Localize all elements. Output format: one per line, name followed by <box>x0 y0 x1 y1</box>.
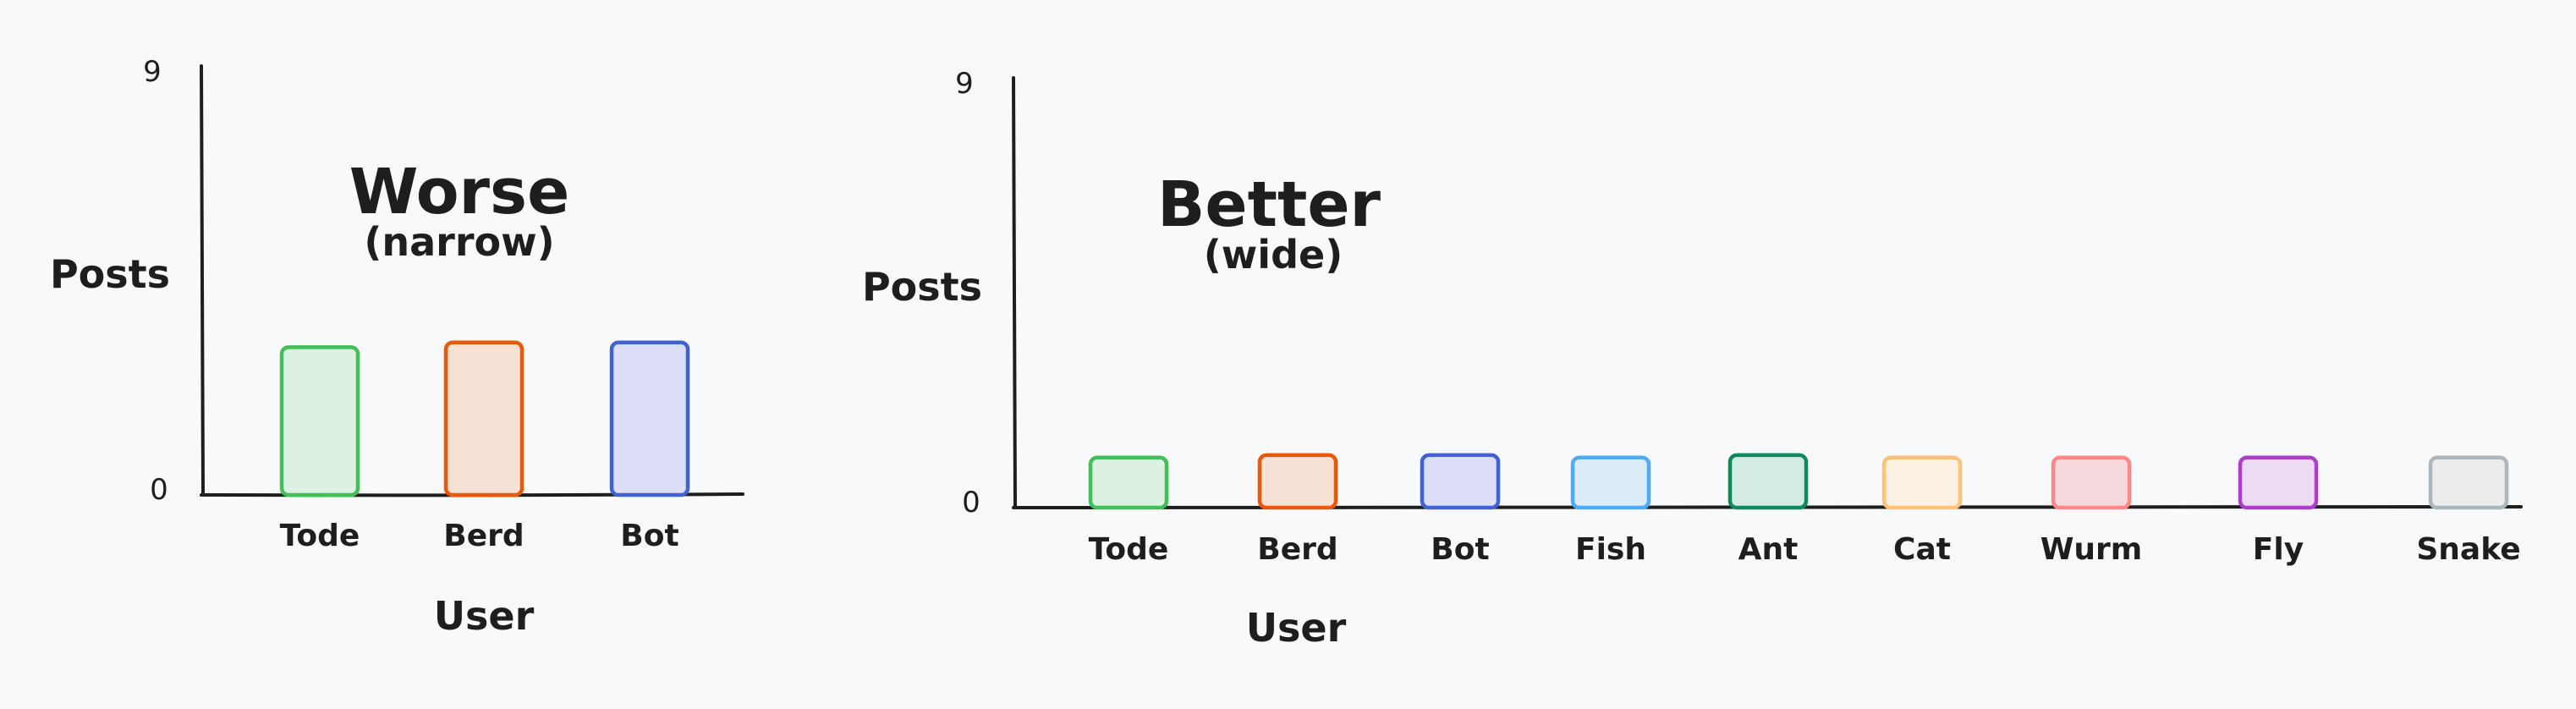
chart-title: Worse <box>349 156 570 228</box>
x-tick-label: Fish <box>1575 532 1646 567</box>
y-axis-line <box>1012 76 1017 509</box>
bars-group <box>1088 453 2509 510</box>
y-tick-label: 9 <box>955 67 974 101</box>
x-tick-labels: Tode Berd Bot <box>280 519 679 553</box>
x-tick-label: Bot <box>1431 532 1489 567</box>
bar-wurm <box>2051 455 2132 510</box>
bar-cat <box>1881 455 1963 510</box>
x-tick-label: Ant <box>1738 532 1799 567</box>
bar-tode <box>1088 455 1169 510</box>
x-tick-label: Snake <box>2416 532 2520 567</box>
better-chart: Better (wide) Posts User 9 0 Tode Berd Bot… <box>862 67 2523 651</box>
chart-subtitle: (narrow) <box>364 219 554 265</box>
bar-berd <box>443 340 525 497</box>
x-tick-label: Wurm <box>2040 532 2143 567</box>
y-tick-label: 0 <box>150 473 168 507</box>
x-axis-title: User <box>434 593 535 639</box>
worse-chart: Worse (narrow) Posts User 9 0 Tode Berd Bo… <box>50 55 744 639</box>
chart-subtitle: (wide) <box>1204 232 1343 278</box>
y-axis-line <box>200 64 205 497</box>
y-tick-label: 9 <box>143 55 162 89</box>
x-axis-title: User <box>1246 605 1347 651</box>
x-tick-label: Berd <box>443 519 524 553</box>
y-axis-title: Posts <box>50 251 170 297</box>
x-tick-label: Bot <box>620 519 678 553</box>
chart-canvas: Worse (narrow) Posts User 9 0 Tode Berd Bo… <box>50 55 2523 651</box>
bar-berd <box>1257 453 1338 510</box>
bar-snake <box>2428 455 2509 510</box>
x-tick-labels: Tode Berd Bot Fish Ant Cat Wurm Fly Snake <box>1089 532 2521 567</box>
bar-bot <box>1420 453 1501 510</box>
bar-fish <box>1570 455 1651 510</box>
x-tick-label: Cat <box>1893 532 1951 567</box>
chart-title: Better <box>1157 168 1381 241</box>
x-tick-label: Tode <box>280 519 360 553</box>
bar-fly <box>2238 455 2319 510</box>
bar-ant <box>1727 453 1809 510</box>
bar-bot <box>609 340 690 497</box>
y-axis-title: Posts <box>862 264 982 310</box>
bar-tode <box>279 345 360 497</box>
x-tick-label: Tode <box>1089 532 1169 567</box>
bars-group <box>279 340 690 497</box>
x-tick-label: Fly <box>2253 532 2304 567</box>
x-tick-label: Berd <box>1257 532 1337 567</box>
y-tick-label: 0 <box>962 486 980 519</box>
